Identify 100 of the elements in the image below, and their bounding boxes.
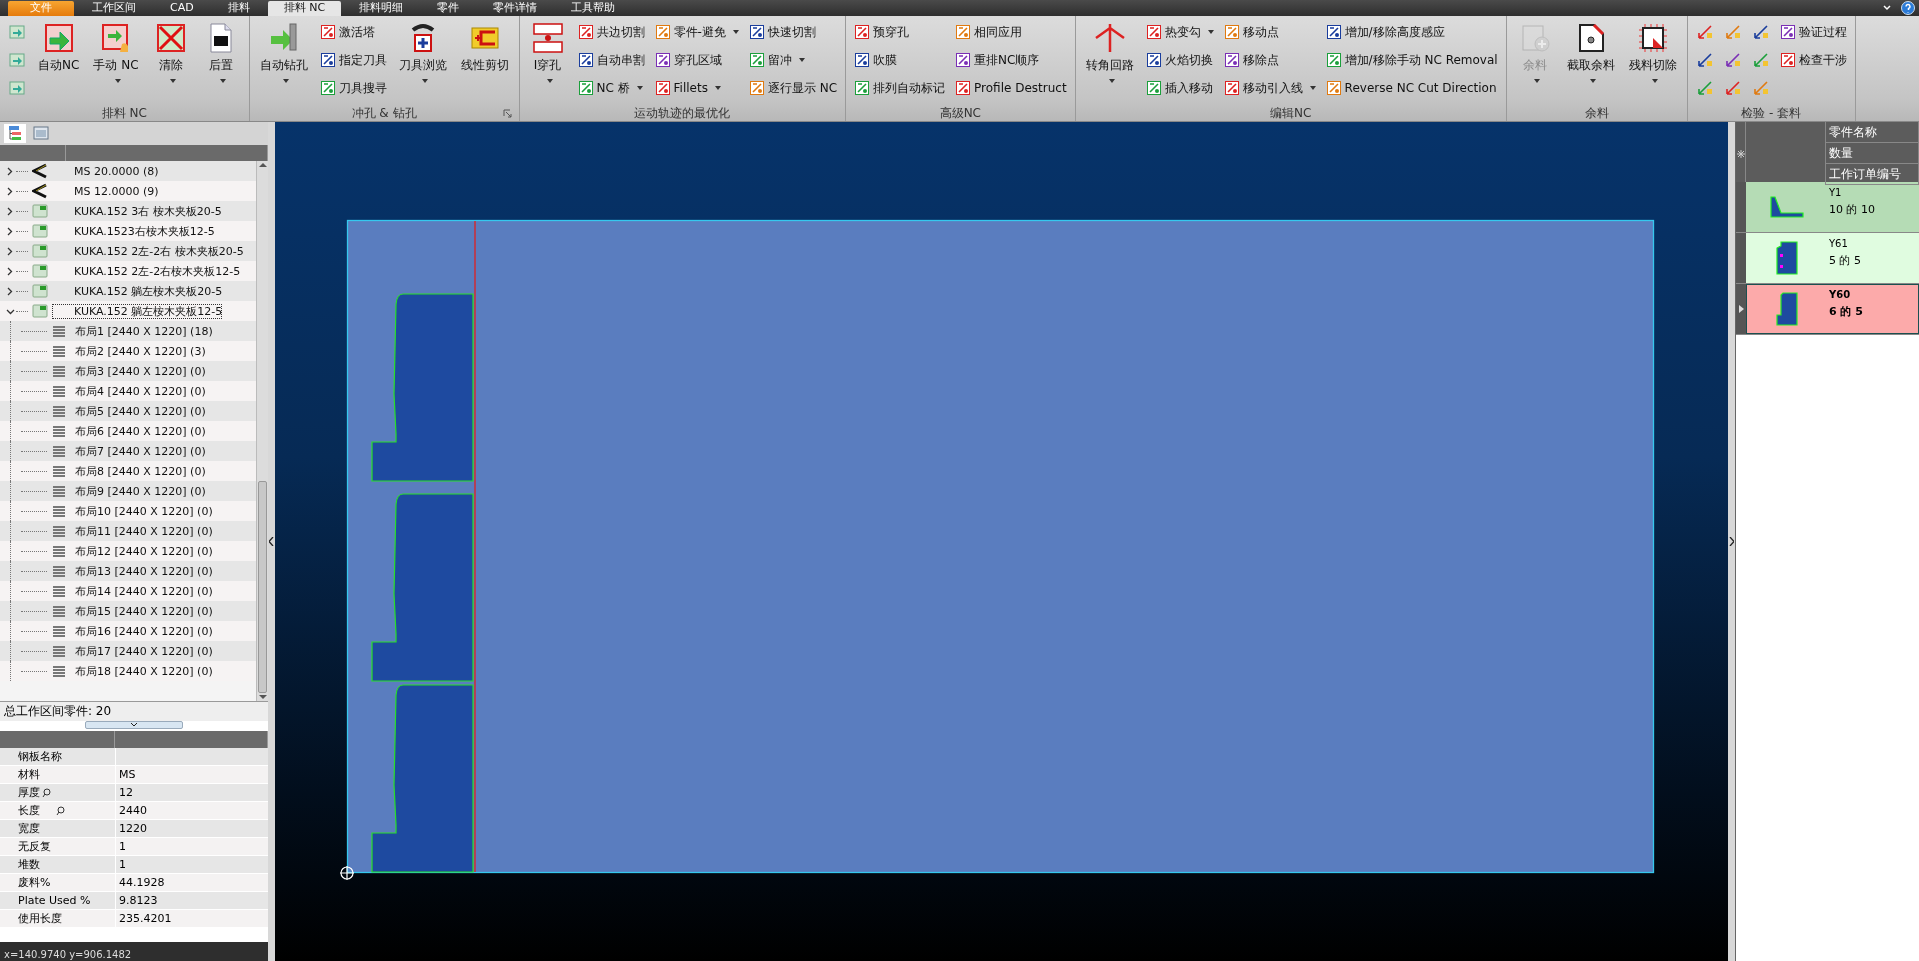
ribbon-button[interactable]: 零件-避免 [652, 21, 741, 43]
ribbon-button[interactable]: 截取余料 [1562, 18, 1619, 102]
ribbon-button[interactable]: 逐行显示 NC [746, 77, 840, 99]
ribbon-button[interactable]: 自动串割 [575, 49, 647, 71]
ribbon-button[interactable]: 相同应用 [953, 21, 1069, 43]
part-row[interactable]: Y60 6 的 5 [1736, 284, 1919, 335]
ribbon-button[interactable]: 吹膜 [852, 49, 948, 71]
collapse-icon[interactable] [1729, 537, 1734, 546]
ribbon-button[interactable]: 排列自动标记 [852, 77, 948, 99]
tool-glyph-icon [854, 52, 871, 68]
menu-tab[interactable]: 工具帮助 [555, 1, 632, 16]
tree-item[interactable]: KUKA.1523右桉木夹板12-5 [52, 223, 215, 239]
ribbon-button[interactable]: 刀具浏览 [394, 18, 451, 102]
tree-item[interactable]: KUKA.152 2左-2右桉木夹板12-5 [52, 263, 241, 279]
help-icon[interactable] [1901, 1, 1915, 15]
menu-tab[interactable]: 零件详情 [477, 1, 554, 16]
menu-tab[interactable]: 排料 [211, 1, 266, 16]
ribbon-button[interactable]: 留冲 [746, 49, 840, 71]
property-value[interactable]: 2440 [119, 802, 147, 819]
ribbon-button[interactable]: NC 桥 [575, 77, 647, 99]
ribbon-button[interactable]: 清除 [148, 18, 193, 102]
property-value[interactable]: 1 [119, 838, 126, 855]
part-row[interactable]: Y61 5 的 5 [1736, 233, 1919, 284]
splitter-handle[interactable] [85, 721, 183, 729]
ribbon-button[interactable]: 重排NC顺序 [953, 49, 1069, 71]
property-value[interactable]: 1 [119, 856, 126, 873]
ribbon-button[interactable]: 指定刀具 [317, 49, 389, 71]
ribbon-button[interactable]: 移动点 [1221, 21, 1318, 43]
ribbon-button[interactable]: 共边切割 [575, 21, 647, 43]
collapse-icon[interactable] [269, 537, 274, 546]
scrollbar-thumb[interactable] [258, 481, 267, 693]
caret-icon [114, 79, 121, 83]
ribbon-button[interactable]: 移除点 [1221, 49, 1318, 71]
search-icon[interactable] [56, 805, 65, 816]
tree-item[interactable]: 布局4 [2440 X 1220] (0) [71, 383, 206, 399]
ribbon-button[interactable]: I穿孔 [525, 18, 570, 102]
sheet-icon [32, 263, 48, 279]
ribbon-button[interactable]: 自动钻孔 [255, 18, 312, 102]
ribbon-button[interactable]: 激活塔 [317, 21, 389, 43]
property-value[interactable]: 235.4201 [119, 910, 172, 927]
ribbon-button[interactable]: Profile Destruct [953, 77, 1069, 99]
ribbon-button[interactable]: 自动NC [34, 18, 84, 102]
tree-item[interactable]: 布局16 [2440 X 1220] (0) [71, 623, 213, 639]
layers-icon [51, 563, 67, 579]
property-label: 厚度 [18, 785, 40, 801]
menu-tab[interactable]: 排料明细 [343, 1, 420, 16]
ribbon-button[interactable]: 移动引入线 [1221, 77, 1318, 99]
part-row[interactable]: Y1 10 的 10 [1736, 182, 1919, 233]
menu-tab[interactable]: 排料 NC [267, 1, 342, 16]
ribbon-button[interactable]: 预穿孔 [852, 21, 948, 43]
property-value[interactable]: 12 [119, 784, 133, 801]
tool-glyph-icon [748, 52, 765, 68]
property-value[interactable]: 1220 [119, 820, 147, 837]
part-thumbnail-icon [1770, 196, 1804, 218]
ribbon-button[interactable]: 穿孔区域 [652, 49, 741, 71]
property-value[interactable]: 44.1928 [119, 874, 165, 891]
ribbon-button[interactable]: 刀具搜寻 [317, 77, 389, 99]
ribbon-button[interactable]: 增加/移除高度感应 [1323, 21, 1500, 43]
tree-item[interactable]: 布局10 [2440 X 1220] (0) [71, 503, 213, 519]
menu-tab[interactable]: 工作区间 [76, 1, 152, 16]
ribbon-button[interactable]: 残料切除 [1624, 18, 1681, 102]
caret-icon [421, 79, 428, 83]
ribbon-button[interactable]: 验证过程 [1777, 21, 1849, 43]
launcher-icon[interactable] [502, 109, 512, 118]
ribbon-button[interactable]: 后置 [198, 18, 243, 102]
tool-glyph-icon [577, 52, 594, 68]
tree-item[interactable]: 布局12 [2440 X 1220] (0) [71, 543, 213, 559]
ribbon-button[interactable]: 火焰切换 [1143, 49, 1216, 71]
ribbon-button[interactable]: 检查干涉 [1777, 49, 1849, 71]
ribbon-button[interactable]: 增加/移除手动 NC Removal [1323, 49, 1500, 71]
layers-icon [51, 583, 67, 599]
sheet-icon [32, 303, 48, 319]
ribbon-button[interactable]: Reverse NC Cut Direction [1323, 77, 1500, 99]
dimension-icon [1724, 52, 1741, 68]
tree-item[interactable]: KUKA.152 躺左桉木夹板12-5 [52, 303, 223, 319]
ribbon-button[interactable]: 插入移动 [1143, 77, 1216, 99]
property-label: 钢板名称 [18, 749, 62, 765]
property-label: 废料% [18, 875, 51, 891]
minimize-icon[interactable] [1883, 5, 1891, 11]
tree-item[interactable]: 布局18 [2440 X 1220] (0) [71, 663, 213, 679]
tree-item[interactable]: 布局14 [2440 X 1220] (0) [71, 583, 213, 599]
ribbon-button[interactable]: Fillets [652, 77, 741, 99]
tree-item[interactable]: 布局2 [2440 X 1220] (3) [71, 343, 206, 359]
ribbon-button[interactable]: 线性剪切 [456, 18, 513, 102]
ribbon-button[interactable]: 快速切割 [746, 21, 840, 43]
tree-view-icon[interactable] [7, 125, 23, 141]
group-label: 检验 - 套料 [1740, 104, 1803, 122]
dimension-icon [1752, 80, 1769, 96]
menu-tab[interactable]: CAD [154, 1, 210, 16]
tree-item[interactable]: 布局6 [2440 X 1220] (0) [71, 423, 206, 439]
ribbon-button[interactable]: 热变勾 [1143, 21, 1216, 43]
property-value[interactable]: 9.8123 [119, 892, 158, 909]
tree-item[interactable]: 布局8 [2440 X 1220] (0) [71, 463, 206, 479]
search-icon[interactable] [42, 787, 51, 798]
ribbon-button[interactable]: 手动 NC [89, 18, 143, 102]
property-value[interactable]: MS [119, 766, 136, 783]
tree-item[interactable]: MS 12.0000 (9) [52, 184, 159, 198]
menu-tab[interactable]: 零件 [421, 1, 476, 16]
chevron-down-icon[interactable] [6, 307, 15, 315]
ribbon-button[interactable]: 转角回路 [1081, 18, 1138, 102]
